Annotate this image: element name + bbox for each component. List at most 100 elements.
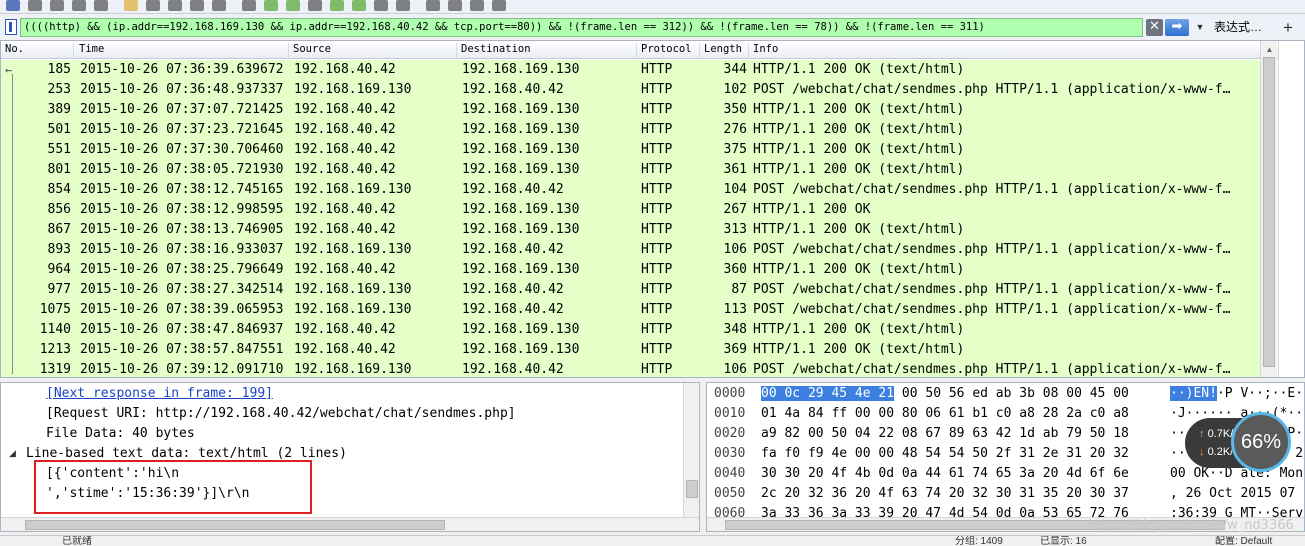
- packet-row[interactable]: 501 2015-10-26 07:37:23.721645 192.168.40.…: [1, 120, 1260, 140]
- cell-info: POST /webchat/chat/sendmes.php HTTP/1.1 …: [753, 302, 1231, 317]
- auto-scroll-icon[interactable]: [396, 0, 410, 11]
- packet-list-scroll-thumb[interactable]: [1263, 57, 1275, 367]
- next-response-link[interactable]: [Next response in frame: 199]: [46, 384, 273, 404]
- watermark: https://blog.csdn.net/w_nd3366: [1088, 518, 1294, 533]
- scroll-up-icon[interactable]: ▲: [1261, 44, 1278, 56]
- start-capture-icon[interactable]: [28, 0, 42, 11]
- close-file-icon[interactable]: [168, 0, 182, 11]
- bookmark-filter-icon[interactable]: [5, 19, 17, 35]
- stop-capture-icon[interactable]: [50, 0, 64, 11]
- cell-len: 344: [723, 62, 747, 77]
- expression-button[interactable]: 表达式…: [1214, 19, 1262, 36]
- status-displayed: 已显示: 16: [1040, 536, 1087, 546]
- bytes-hex-rest: 30 30 20 4f 4b 0d 0a 44 61 74 65 3a 20 4…: [761, 466, 1129, 481]
- request-uri-field[interactable]: [Request URI: http://192.168.40.42/webch…: [46, 404, 516, 424]
- tree-expander-icon[interactable]: ◢: [9, 448, 16, 459]
- details-hscroll-thumb[interactable]: [25, 520, 445, 530]
- cell-src: 192.168.40.42: [294, 262, 396, 277]
- packet-details: [Next response in frame: 199] [Request U…: [0, 382, 700, 532]
- bytes-hex-rest: fa f0 f9 4e 00 00 48 54 54 50 2f 31 2e 3…: [761, 446, 1129, 461]
- packet-row[interactable]: 893 2015-10-26 07:38:16.933037 192.168.169…: [1, 240, 1260, 260]
- zoom-in-icon[interactable]: [426, 0, 440, 11]
- packet-row[interactable]: 551 2015-10-26 07:37:30.706460 192.168.40.…: [1, 140, 1260, 160]
- cell-info: HTTP/1.1 200 OK (text/html): [753, 162, 965, 177]
- restart-capture-icon[interactable]: [94, 0, 108, 11]
- go-back-icon[interactable]: [264, 0, 278, 11]
- cell-src: 192.168.169.130: [294, 82, 412, 97]
- cell-len: 313: [723, 222, 747, 237]
- cell-dst: 192.168.169.130: [462, 102, 580, 117]
- cell-len: 267: [723, 202, 747, 217]
- packet-row[interactable]: 1213 2015-10-26 07:38:57.847551 192.168.40…: [1, 340, 1260, 360]
- print-icon[interactable]: [212, 0, 226, 11]
- cell-dst: 192.168.169.130: [462, 122, 580, 137]
- go-forward-icon[interactable]: [286, 0, 300, 11]
- column-header-info[interactable]: Info: [749, 43, 1291, 57]
- find-packet-icon[interactable]: [242, 0, 256, 11]
- packet-row[interactable]: 867 2015-10-26 07:38:13.746905 192.168.40.…: [1, 220, 1260, 240]
- cell-proto: HTTP: [641, 202, 673, 217]
- cell-info: HTTP/1.1 200 OK (text/html): [753, 342, 965, 357]
- go-to-packet-icon[interactable]: [308, 0, 322, 11]
- packet-row[interactable]: 1319 2015-10-26 07:39:12.091710 192.168.16…: [1, 360, 1260, 377]
- column-header-source[interactable]: Source: [289, 43, 457, 57]
- go-last-icon[interactable]: [352, 0, 366, 11]
- zoom-out-icon[interactable]: [448, 0, 462, 11]
- bytes-hex-rest: 2c 20 32 36 20 4f 63 74 20 32 30 31 35 2…: [761, 486, 1129, 501]
- cell-info: POST /webchat/chat/sendmes.php HTTP/1.1 …: [753, 242, 1231, 257]
- cell-src: 192.168.40.42: [294, 322, 396, 337]
- bytes-ascii-selected: ··)EN!: [1170, 386, 1217, 401]
- cell-len: 360: [723, 262, 747, 277]
- column-header-protocol[interactable]: Protocol: [637, 43, 700, 57]
- packet-row[interactable]: 854 2015-10-26 07:38:12.745165 192.168.169…: [1, 180, 1260, 200]
- bytes-ascii: ··)EN!·P V··;··E·: [1170, 384, 1303, 404]
- interface-list-icon[interactable]: [6, 0, 20, 11]
- packet-list-vscrollbar[interactable]: ▲: [1260, 41, 1278, 377]
- file-data-field[interactable]: File Data: 40 bytes: [46, 424, 195, 444]
- cell-len: 87: [731, 282, 747, 297]
- cell-src: 192.168.40.42: [294, 342, 396, 357]
- reload-icon[interactable]: [190, 0, 204, 11]
- display-filter-input[interactable]: ((((http) && (ip.addr==192.168.169.130 &…: [20, 18, 1143, 37]
- cell-time: 2015-10-26 07:38:27.342514: [80, 282, 284, 297]
- cell-time: 2015-10-26 07:38:57.847551: [80, 342, 284, 357]
- packet-row[interactable]: 1075 2015-10-26 07:38:39.065953 192.168.16…: [1, 300, 1260, 320]
- packet-row[interactable]: 253 2015-10-26 07:36:48.937337 192.168.169…: [1, 80, 1260, 100]
- network-speed-widget[interactable]: ↑ 0.7K/s ↓ 0.2K/s 66%: [1185, 412, 1291, 480]
- details-hscrollbar[interactable]: [1, 517, 699, 531]
- cell-time: 2015-10-26 07:38:05.721930: [80, 162, 284, 177]
- go-first-icon[interactable]: [330, 0, 344, 11]
- packet-row[interactable]: 856 2015-10-26 07:38:12.998595 192.168.40.…: [1, 200, 1260, 220]
- details-vscrollbar[interactable]: [683, 383, 699, 517]
- status-profile[interactable]: 配置: Default: [1215, 536, 1272, 546]
- column-header-length[interactable]: Length: [700, 43, 749, 57]
- add-filter-button[interactable]: +: [1283, 18, 1293, 37]
- packet-row[interactable]: 801 2015-10-26 07:38:05.721930 192.168.40.…: [1, 160, 1260, 180]
- capture-options-icon[interactable]: [72, 0, 86, 11]
- packet-row[interactable]: 1140 2015-10-26 07:38:47.846937 192.168.40…: [1, 320, 1260, 340]
- cell-info: POST /webchat/chat/sendmes.php HTTP/1.1 …: [753, 362, 1231, 377]
- column-header-time[interactable]: Time: [75, 43, 289, 57]
- bytes-row[interactable]: 0000 00 0c 29 45 4e 21 00 50 56 ed ab 3b …: [707, 384, 1304, 404]
- normal-size-icon[interactable]: [470, 0, 484, 11]
- cell-len: 102: [723, 82, 747, 97]
- packet-row[interactable]: 389 2015-10-26 07:37:07.721425 192.168.40.…: [1, 100, 1260, 120]
- packet-row[interactable]: 185 2015-10-26 07:36:39.639672 192.168.40.…: [1, 60, 1260, 80]
- save-file-icon[interactable]: [146, 0, 160, 11]
- clear-filter-button[interactable]: ✕: [1146, 19, 1163, 36]
- filter-history-dropdown-icon[interactable]: ▼: [1193, 19, 1207, 36]
- resize-columns-icon[interactable]: [492, 0, 506, 11]
- column-header-destination[interactable]: Destination: [457, 43, 637, 57]
- bytes-hex-rest: 00 50 56 ed ab 3b 08 00 45 00: [894, 386, 1129, 401]
- column-header-no[interactable]: No.: [1, 43, 74, 57]
- bytes-hex: 30 30 20 4f 4b 0d 0a 44 61 74 65 3a 20 4…: [761, 464, 1129, 484]
- packet-row[interactable]: 964 2015-10-26 07:38:25.796649 192.168.40.…: [1, 260, 1260, 280]
- cell-dst: 192.168.40.42: [462, 302, 564, 317]
- bytes-row[interactable]: 0050 2c 20 32 36 20 4f 63 74 20 32 30 31 …: [707, 484, 1304, 504]
- details-scroll-thumb[interactable]: [686, 480, 698, 498]
- cell-dst: 192.168.169.130: [462, 162, 580, 177]
- open-file-icon[interactable]: [124, 0, 138, 11]
- apply-filter-button[interactable]: ➡: [1165, 19, 1189, 36]
- packet-row[interactable]: 977 2015-10-26 07:38:27.342514 192.168.169…: [1, 280, 1260, 300]
- colorize-icon[interactable]: [374, 0, 388, 11]
